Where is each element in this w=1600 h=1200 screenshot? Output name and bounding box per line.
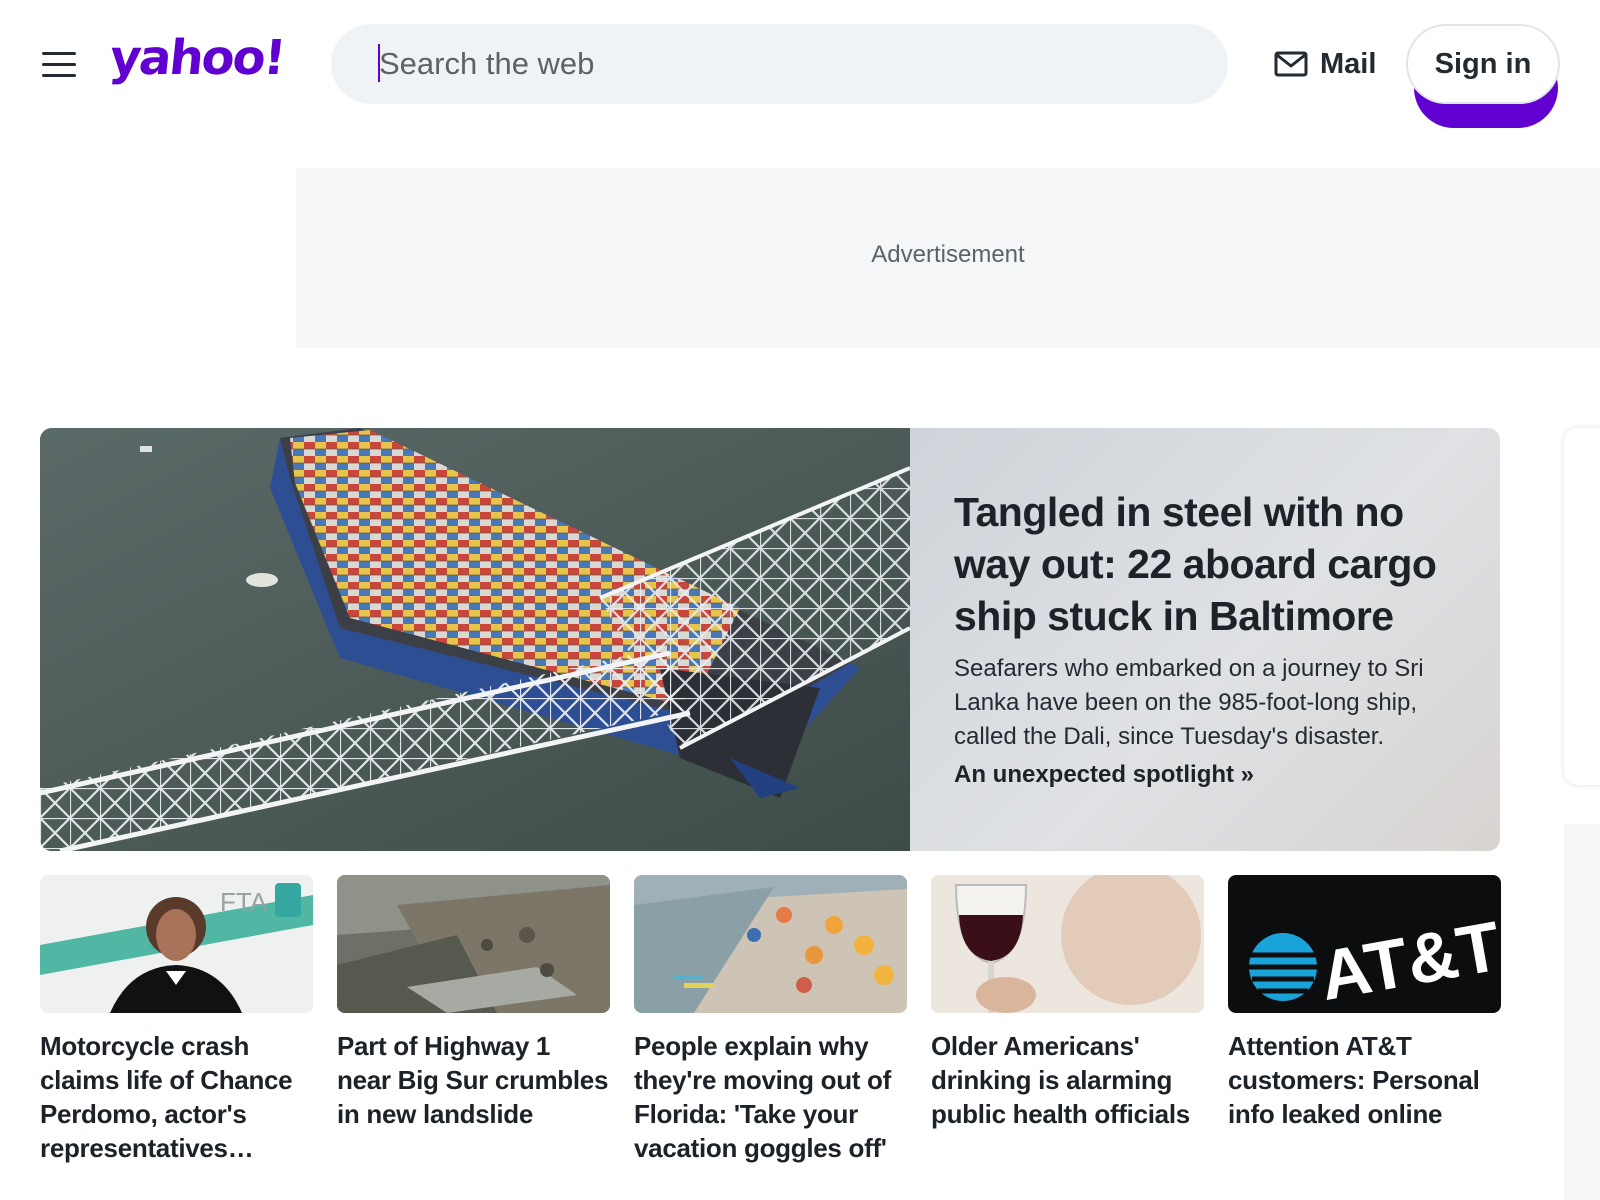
hero-headline[interactable]: Tangled in steel with no way out: 22 abo… <box>954 486 1454 642</box>
att-globe-icon <box>1249 933 1317 1001</box>
story-headline[interactable]: Part of Highway 1 near Big Sur crumbles … <box>337 1029 610 1131</box>
story-headline[interactable]: Older Americans' drinking is alarming pu… <box>931 1029 1204 1131</box>
mail-icon <box>1274 51 1308 77</box>
mail-label: Mail <box>1320 47 1377 80</box>
yahoo-logo[interactable]: yahoo! <box>107 30 287 86</box>
story-headline[interactable]: Motorcycle crash claims life of Chance P… <box>40 1029 313 1165</box>
image-backdrop-text: FTA <box>220 887 268 917</box>
text-caret <box>378 44 380 82</box>
advertisement-banner[interactable]: Advertisement <box>296 168 1600 348</box>
story-card[interactable]: AT&T Attention AT&T customers: Personal … <box>1228 875 1501 1131</box>
story-card[interactable]: Part of Highway 1 near Big Sur crumbles … <box>337 875 610 1131</box>
story-card[interactable]: People explain why they're moving out of… <box>634 875 907 1165</box>
hero-summary: Seafarers who embarked on a journey to S… <box>954 655 1424 750</box>
advertisement-label: Advertisement <box>871 241 1025 268</box>
mail-link[interactable]: Mail <box>1274 44 1376 84</box>
right-rail-card <box>1564 428 1600 785</box>
right-rail-module <box>1564 824 1600 1200</box>
sign-in-button[interactable]: Sign in <box>1406 24 1560 104</box>
header: yahoo! Mail Sign in <box>0 0 1600 130</box>
story-image[interactable]: FTA <box>40 875 313 1013</box>
hero-more-link[interactable]: An unexpected spotlight » <box>954 761 1254 789</box>
menu-icon[interactable] <box>42 50 76 78</box>
story-image[interactable]: AT&T <box>1228 875 1501 1013</box>
story-headline[interactable]: People explain why they're moving out of… <box>634 1029 907 1165</box>
hero-story[interactable]: Tangled in steel with no way out: 22 abo… <box>40 428 1500 851</box>
story-image[interactable] <box>931 875 1204 1013</box>
story-card[interactable]: FTA Motorcycle crash claims life of Chan… <box>40 875 313 1165</box>
story-image[interactable] <box>634 875 907 1013</box>
story-headline[interactable]: Attention AT&T customers: Personal info … <box>1228 1029 1501 1131</box>
hero-image[interactable] <box>40 428 911 851</box>
story-card[interactable]: Older Americans' drinking is alarming pu… <box>931 875 1204 1131</box>
search-bar <box>331 24 1558 128</box>
hero-text-panel: Tangled in steel with no way out: 22 abo… <box>910 428 1500 851</box>
search-input[interactable] <box>379 44 1059 84</box>
story-image[interactable] <box>337 875 610 1013</box>
